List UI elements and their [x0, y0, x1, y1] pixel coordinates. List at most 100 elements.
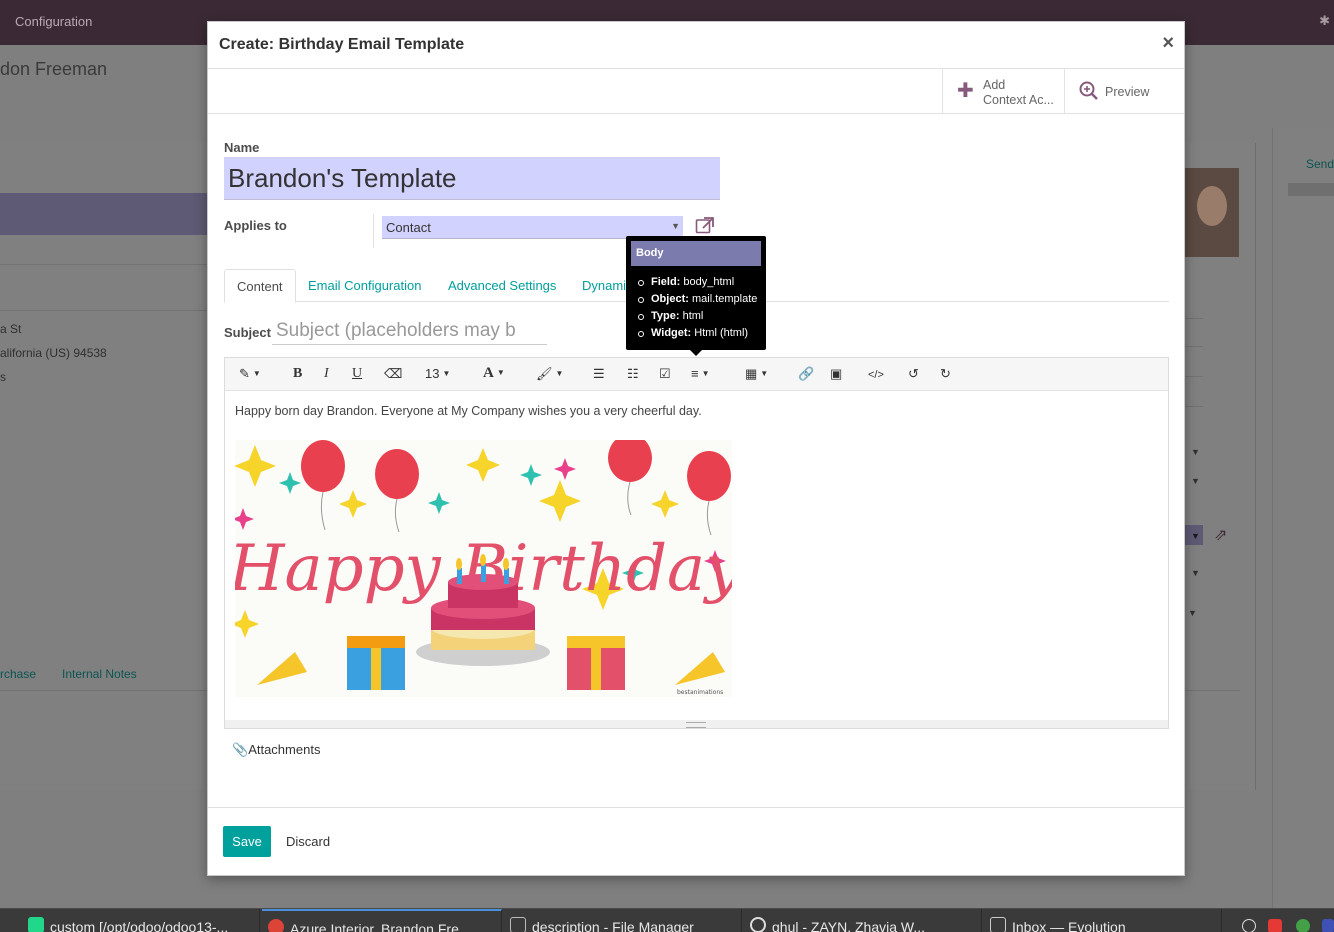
- folder-icon: [510, 917, 526, 932]
- italic-icon[interactable]: I: [324, 366, 329, 382]
- git-icon[interactable]: [1268, 919, 1282, 932]
- chevron-down-icon: ▼: [1191, 568, 1200, 578]
- redo-icon[interactable]: ↻: [940, 366, 951, 382]
- tab-internal-notes[interactable]: Internal Notes: [62, 667, 137, 681]
- add-context-line1: Add: [983, 78, 1006, 92]
- image-credit: bestanimations: [677, 689, 723, 696]
- tooltip-widget-label: Widget:: [651, 327, 692, 339]
- editor-toolbar: ✎ ▼ B I U ⌫ 13 ▼ A ▼ 🖌 ▼ ☰ ☷ ☑ ≡ ▼ ▦ ▼ 🔗 ▣ </>…: [225, 358, 1168, 391]
- taskbar-item-chrome[interactable]: Azure Interior, Brandon Fre...: [262, 909, 502, 932]
- chatter-panel: [1272, 128, 1334, 908]
- tooltip-type-value: html: [682, 310, 704, 322]
- mail-icon: [990, 917, 1006, 932]
- music-player-icon: [750, 917, 766, 932]
- editor-resize-handle[interactable]: [225, 720, 1168, 728]
- divider: [373, 214, 374, 248]
- font-size-value: 13: [425, 366, 440, 381]
- scrollbar[interactable]: [1288, 183, 1334, 196]
- chevron-down-icon: ▼: [1191, 447, 1200, 457]
- send-message-link[interactable]: Send: [1306, 157, 1334, 171]
- avatar: [1185, 168, 1239, 257]
- link-icon[interactable]: 🔗: [798, 366, 814, 382]
- tooltip-object-row: Object: mail.template: [636, 291, 757, 308]
- plus-icon: ✚: [957, 80, 974, 102]
- taskbar-item-file-manager[interactable]: description - File Manager: [504, 909, 742, 932]
- bullet-list-icon[interactable]: ☰: [593, 366, 605, 382]
- add-context-action-button[interactable]: ✚ Add Context Ac...: [942, 69, 1064, 114]
- divider: [1185, 690, 1240, 691]
- tab-content[interactable]: Content: [224, 269, 296, 303]
- undo-icon[interactable]: ↺: [908, 366, 919, 382]
- divider: [0, 690, 210, 691]
- chevron-down-icon: ▼: [1191, 476, 1200, 486]
- tooltip-field-row: Field: body_html: [636, 274, 757, 291]
- divider: [0, 310, 210, 311]
- tab-purchase[interactable]: rchase: [0, 667, 36, 681]
- style-wand-icon[interactable]: ✎ ▼: [239, 366, 261, 382]
- tray-icon[interactable]: [1322, 919, 1334, 932]
- external-link-icon[interactable]: [695, 216, 715, 237]
- media-play-icon[interactable]: [1242, 919, 1256, 932]
- preview-button[interactable]: Preview: [1064, 69, 1184, 114]
- font-size-dropdown[interactable]: 13 ▼: [425, 366, 450, 382]
- table-icon[interactable]: ▦ ▼: [745, 366, 768, 382]
- settings-icon[interactable]: ✱: [1319, 13, 1330, 29]
- pycharm-icon: [28, 917, 44, 932]
- tooltip-details: Field: body_html Object: mail.template T…: [636, 274, 757, 342]
- font-color-icon[interactable]: A ▼: [483, 365, 505, 381]
- name-label: Name: [224, 140, 260, 155]
- close-button[interactable]: ×: [1162, 32, 1174, 55]
- checklist-icon[interactable]: ☑: [659, 366, 671, 382]
- code-view-icon[interactable]: </>: [868, 367, 884, 383]
- tooltip-field-value: body_html: [683, 276, 735, 288]
- image-icon[interactable]: ▣: [830, 366, 842, 382]
- name-field[interactable]: Brandon's Template: [224, 157, 720, 200]
- tab-advanced-settings[interactable]: Advanced Settings: [436, 269, 568, 302]
- check-icon[interactable]: [1296, 919, 1310, 932]
- taskbar-item-music[interactable]: ghul - ZAYN, Zhavia W...: [744, 909, 982, 932]
- body-text[interactable]: Happy born day Brandon. Everyone at My C…: [235, 404, 702, 418]
- tooltip-widget-row: Widget: Html (html): [636, 325, 757, 342]
- address-line: a St: [0, 322, 22, 336]
- chrome-icon: [268, 919, 284, 932]
- subject-label: Subject: [224, 325, 271, 340]
- taskbar-item-evolution[interactable]: Inbox — Evolution: [984, 909, 1222, 932]
- divider: [1185, 376, 1203, 377]
- save-button[interactable]: Save: [223, 826, 271, 857]
- tooltip-object-label: Object:: [651, 293, 689, 305]
- dialog-header: Create: Birthday Email Template ×: [208, 22, 1184, 69]
- numbered-list-icon[interactable]: ☷: [627, 366, 639, 382]
- tooltip-title: Body: [631, 241, 761, 266]
- taskbar-item-pycharm[interactable]: custom [/opt/odoo/odoo13-...: [22, 909, 260, 932]
- align-icon[interactable]: ≡ ▼: [691, 366, 710, 382]
- field-tooltip: Body Field: body_html Object: mail.templ…: [626, 236, 766, 356]
- external-link-icon: ⇗: [1214, 527, 1228, 544]
- address-line: s: [0, 370, 6, 384]
- subject-input[interactable]: Subject (placeholders may b: [272, 319, 547, 345]
- chevron-down-icon: ▼: [1188, 608, 1197, 618]
- attachments-field[interactable]: 📎Attachments: [232, 742, 320, 758]
- discard-button[interactable]: Discard: [280, 826, 336, 857]
- bold-icon[interactable]: B: [293, 366, 302, 382]
- body-html-editor: ✎ ▼ B I U ⌫ 13 ▼ A ▼ 🖌 ▼ ☰ ☷ ☑ ≡ ▼ ▦ ▼ 🔗 ▣ </>…: [224, 357, 1169, 729]
- attachments-label: Attachments: [248, 742, 321, 757]
- birthday-image[interactable]: Happy Birthday bestanimations: [235, 440, 732, 697]
- eraser-icon[interactable]: ⌫: [384, 366, 402, 382]
- tooltip-type-row: Type: html: [636, 308, 757, 325]
- chevron-down-icon: ▼: [1191, 531, 1200, 541]
- underline-icon[interactable]: U: [352, 366, 362, 382]
- tooltip-type-label: Type:: [651, 310, 680, 322]
- applies-to-value: Contact: [386, 220, 431, 235]
- divider: [1185, 346, 1203, 347]
- add-context-action-label: Add Context Ac...: [983, 78, 1054, 108]
- tooltip-widget-value: Html (html): [694, 327, 749, 339]
- editor-content[interactable]: Happy born day Brandon. Everyone at My C…: [225, 391, 1168, 721]
- add-context-line2: Context Ac...: [983, 93, 1054, 107]
- applies-to-label: Applies to: [224, 218, 287, 233]
- paperclip-icon: 📎: [232, 742, 249, 757]
- tab-email-configuration[interactable]: Email Configuration: [296, 269, 433, 302]
- breadcrumb[interactable]: Configuration: [15, 14, 92, 29]
- chevron-down-icon: ▼: [671, 221, 680, 231]
- brush-icon[interactable]: 🖌 ▼: [536, 366, 563, 382]
- taskbar-item-label: custom [/opt/odoo/odoo13-...: [50, 919, 229, 932]
